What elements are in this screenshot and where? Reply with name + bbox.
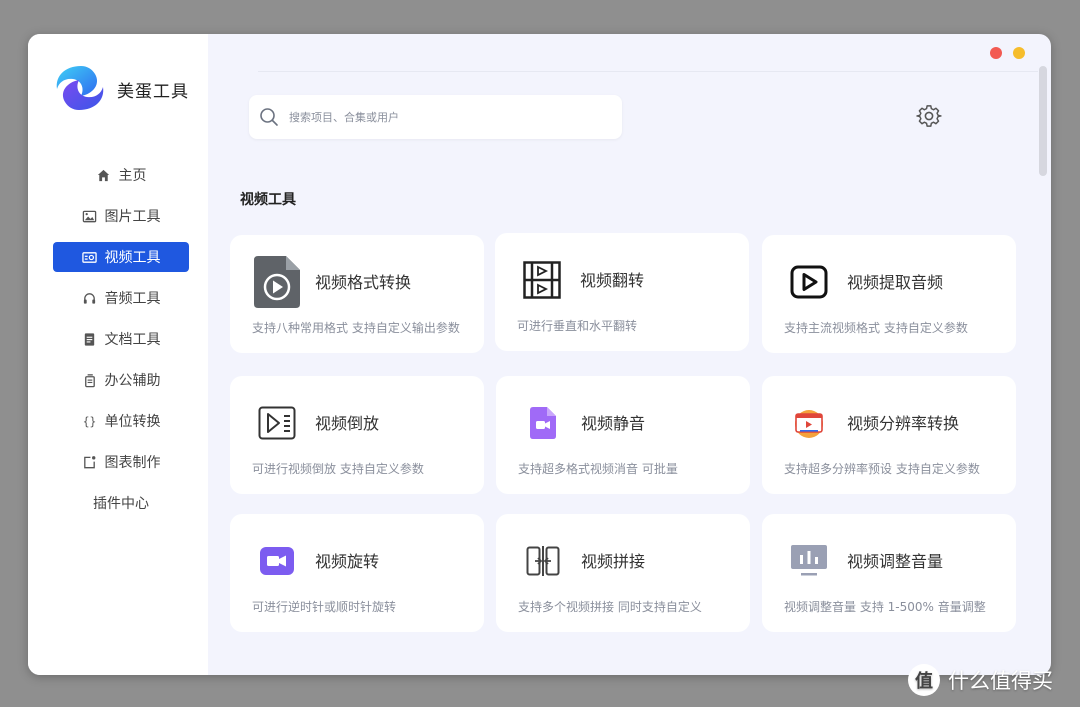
scrollbar-thumb[interactable] (1039, 66, 1047, 176)
card-description: 可进行垂直和水平翻转 (517, 319, 638, 333)
sidebar-item-label: 办公辅助 (104, 373, 161, 389)
sidebar-item-image-tools[interactable]: 图片工具 (53, 201, 189, 231)
watermark-badge: 值 (908, 664, 940, 696)
sidebar-item-home[interactable]: 主页 (53, 160, 189, 190)
mute-file-icon (518, 398, 568, 448)
sidebar-item-audio-tools[interactable]: 音频工具 (53, 283, 189, 313)
tool-card-merge[interactable]: 视频拼接 支持多个视频拼接 同时支持自定义 (496, 514, 750, 632)
reverse-play-icon (252, 398, 302, 448)
tool-card-mute[interactable]: 视频静音 支持超多格式视频消音 可批量 (496, 376, 750, 494)
card-title: 视频提取音频 (847, 273, 944, 292)
tool-card-rotate[interactable]: 视频旋转 可进行逆时针或顺时针旋转 (230, 514, 484, 632)
chart-icon (82, 455, 97, 470)
sidebar-item-unit-convert[interactable]: {} 单位转换 (53, 406, 189, 436)
search-input[interactable] (287, 109, 591, 125)
card-title: 视频拼接 (581, 552, 646, 571)
braces-icon: {} (82, 414, 97, 429)
card-description: 支持多个视频拼接 同时支持自定义 (518, 600, 702, 614)
play-box-icon (784, 257, 834, 307)
copy-icon (82, 373, 97, 388)
sidebar-item-label: 图片工具 (104, 209, 161, 225)
tool-card-volume[interactable]: 视频调整音量 视频调整音量 支持 1-500% 音量调整 (762, 514, 1016, 632)
document-icon (82, 332, 97, 347)
minimize-window-button[interactable] (1013, 47, 1025, 59)
headphones-icon (82, 291, 97, 306)
sidebar-item-video-tools[interactable]: 视频工具 (53, 242, 189, 272)
sidebar-item-label: 视频工具 (104, 250, 161, 266)
card-title: 视频调整音量 (847, 552, 944, 571)
sidebar-item-chart-making[interactable]: 图表制作 (53, 447, 189, 477)
gear-icon[interactable] (916, 104, 942, 130)
search-icon (260, 108, 278, 126)
tool-card-extract-audio[interactable]: 视频提取音频 支持主流视频格式 支持自定义参数 (762, 235, 1016, 353)
video-file-icon (252, 256, 302, 308)
app-window: 美蛋工具 主页 图片工具 视频工具 音频工具 文档工具 办公辅助 {} 单位转换… (28, 34, 1051, 675)
card-description: 支持主流视频格式 支持自定义参数 (784, 321, 968, 335)
sidebar-item-label: 音频工具 (104, 291, 161, 307)
tool-card-reverse[interactable]: 视频倒放 可进行视频倒放 支持自定义参数 (230, 376, 484, 494)
card-title: 视频静音 (581, 414, 646, 433)
card-title: 视频格式转换 (315, 273, 412, 292)
sidebar-item-plugin-center[interactable]: 插件中心 (53, 488, 189, 518)
close-window-button[interactable] (990, 47, 1002, 59)
card-description: 支持八种常用格式 支持自定义输出参数 (252, 321, 460, 335)
brand-name: 美蛋工具 (117, 82, 189, 102)
sidebar: 美蛋工具 主页 图片工具 视频工具 音频工具 文档工具 办公辅助 {} 单位转换… (28, 34, 208, 675)
merge-icon (518, 536, 568, 586)
volume-bars-icon (784, 536, 834, 586)
tool-card-flip[interactable]: 视频翻转 可进行垂直和水平翻转 (495, 233, 749, 351)
sidebar-item-label: 插件中心 (93, 496, 149, 512)
image-icon (82, 209, 97, 224)
sidebar-item-office-assist[interactable]: 办公辅助 (53, 365, 189, 395)
sidebar-item-label: 主页 (118, 168, 147, 184)
main-content: 视频工具 视频格式转换 支持八种常用格式 支持自定义输出参数 视频翻转 可进行垂… (208, 34, 1051, 675)
tool-card-resolution[interactable]: 视频分辨率转换 支持超多分辨率预设 支持自定义参数 (762, 376, 1016, 494)
sidebar-item-label: 图表制作 (104, 455, 161, 471)
sidebar-item-document-tools[interactable]: 文档工具 (53, 324, 189, 354)
tool-card-format-convert[interactable]: 视频格式转换 支持八种常用格式 支持自定义输出参数 (230, 235, 484, 353)
sidebar-item-label: 单位转换 (104, 414, 161, 430)
card-description: 可进行逆时针或顺时针旋转 (252, 600, 397, 614)
camera-icon (252, 536, 302, 586)
card-description: 视频调整音量 支持 1-500% 音量调整 (784, 600, 986, 614)
card-description: 支持超多分辨率预设 支持自定义参数 (784, 462, 980, 476)
divider (258, 71, 1038, 72)
resolution-icon (784, 398, 834, 448)
card-title: 视频分辨率转换 (847, 414, 960, 433)
svg-text:{}: {} (82, 415, 96, 428)
search-bar[interactable] (249, 95, 622, 139)
card-title: 视频旋转 (315, 552, 380, 571)
watermark-text: 什么值得买 (948, 669, 1053, 693)
sidebar-item-label: 文档工具 (104, 332, 161, 348)
home-icon (96, 168, 111, 183)
card-description: 支持超多格式视频消音 可批量 (518, 462, 678, 476)
video-icon (81, 250, 97, 265)
logo-icon (56, 66, 104, 110)
section-title: 视频工具 (240, 192, 296, 208)
watermark: 值 什么值得买 (908, 664, 1053, 696)
card-title: 视频倒放 (315, 414, 380, 433)
card-description: 可进行视频倒放 支持自定义参数 (252, 462, 424, 476)
card-title: 视频翻转 (580, 271, 645, 290)
flip-icon (517, 255, 567, 305)
